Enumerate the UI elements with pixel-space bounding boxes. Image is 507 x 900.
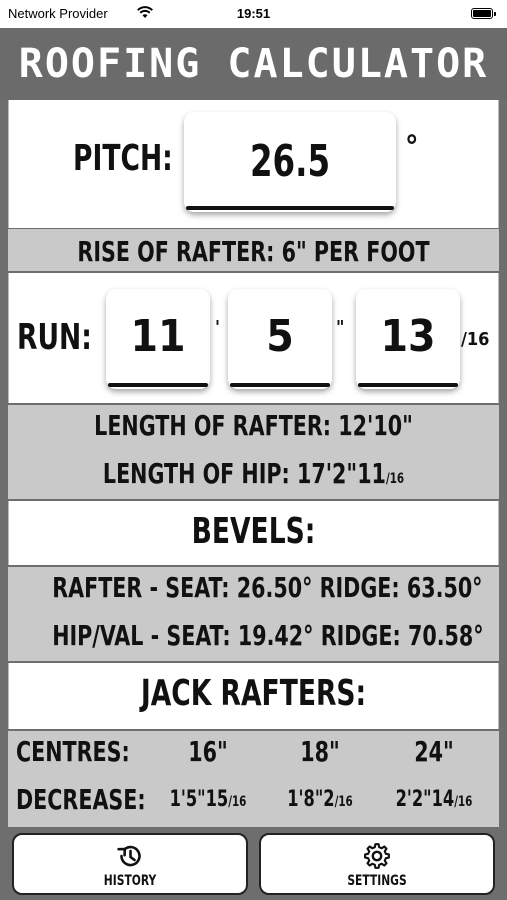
decrease-value: 1'8"2/16 — [271, 787, 369, 812]
run-sixteenths-value[interactable]: 13 — [356, 311, 460, 362]
app-title: ROOFING CALCULATOR — [18, 41, 489, 87]
decrease-value-fraction: /16 — [334, 794, 353, 810]
jack-rafters-panel: CENTRES: 16" 18" 24" DECREASE: 1'5"15/16… — [8, 731, 499, 827]
run-label: RUN: — [17, 317, 92, 358]
decrease-value-main: 1'8"2 — [287, 787, 335, 812]
sixteenths-suffix: /16 — [461, 329, 490, 350]
run-feet-value[interactable]: 11 — [106, 311, 210, 362]
centre-value: 18" — [300, 735, 340, 768]
decrease-value-fraction: /16 — [228, 794, 247, 810]
decrease-value: 1'5"15/16 — [159, 787, 257, 812]
run-inches-value[interactable]: 5 — [228, 311, 332, 362]
settings-label: SETTINGS — [347, 873, 407, 889]
jack-rafters-heading-panel: JACK RAFTERS: — [8, 663, 499, 729]
run-feet-underline — [108, 383, 208, 387]
inches-symbol: " — [336, 317, 345, 338]
feet-symbol: ' — [215, 317, 220, 338]
hip-length-value: LENGTH OF HIP: 17'2"11 — [102, 457, 386, 490]
lengths-panel: LENGTH OF RAFTER: 12'10" LENGTH OF HIP: … — [8, 405, 499, 499]
decrease-value-main: 2'2"14 — [395, 787, 455, 812]
decrease-value: 2'2"14/16 — [385, 787, 483, 812]
hip-length: LENGTH OF HIP: 17'2"11/16 — [52, 457, 455, 490]
centre-value: 24" — [414, 735, 454, 768]
bevels-panel: RAFTER - SEAT: 26.50° RIDGE: 63.50° HIP/… — [8, 567, 499, 661]
battery-icon — [471, 8, 496, 19]
rise-panel: RISE OF RAFTER: 6" PER FOOT — [8, 229, 499, 271]
hip-length-fraction: /16 — [385, 471, 405, 487]
pitch-label: PITCH: — [73, 138, 173, 179]
rise-of-rafter: RISE OF RAFTER: 6" PER FOOT — [77, 235, 430, 268]
history-label: HISTORY — [103, 873, 157, 889]
centre-value: 16" — [188, 735, 228, 768]
run-sixteenths-underline — [358, 383, 458, 387]
hip-bevels: HIP/VAL - SEAT: 19.42° RIDGE: 70.58° — [52, 619, 484, 652]
bevels-heading-panel: BEVELS: — [8, 501, 499, 565]
app-header: ROOFING CALCULATOR — [0, 28, 507, 100]
settings-button[interactable]: SETTINGS — [259, 833, 495, 895]
history-icon — [117, 845, 141, 867]
pitch-value[interactable]: 26.5 — [203, 136, 377, 187]
bevels-heading: BEVELS: — [191, 511, 316, 552]
jack-rafters-heading: JACK RAFTERS: — [140, 673, 367, 714]
pitch-panel: PITCH: 26.5 ° — [8, 100, 499, 228]
run-feet-input[interactable]: 11 — [106, 289, 210, 389]
run-inches-input[interactable]: 5 — [228, 289, 332, 389]
clock: 19:51 — [236, 6, 271, 21]
decrease-value-fraction: /16 — [454, 794, 473, 810]
status-bar: Network Provider 19:51 — [0, 0, 507, 28]
degree-unit: ° — [405, 130, 419, 165]
run-sixteenths-input[interactable]: 13 — [356, 289, 460, 389]
gear-icon — [364, 843, 390, 869]
rafter-length: LENGTH OF RAFTER: 12'10" — [94, 409, 413, 442]
history-button[interactable]: HISTORY — [12, 833, 248, 895]
pitch-input[interactable]: 26.5 — [184, 112, 396, 212]
decrease-label: DECREASE: — [16, 783, 146, 816]
run-panel: RUN: 11 ' 5 " 13 /16 — [8, 273, 499, 403]
pitch-underline — [186, 206, 394, 210]
run-inches-underline — [230, 383, 330, 387]
centres-label: CENTRES: — [16, 735, 130, 768]
rafter-bevels: RAFTER - SEAT: 26.50° RIDGE: 63.50° — [52, 571, 483, 604]
decrease-value-main: 1'5"15 — [169, 787, 229, 812]
